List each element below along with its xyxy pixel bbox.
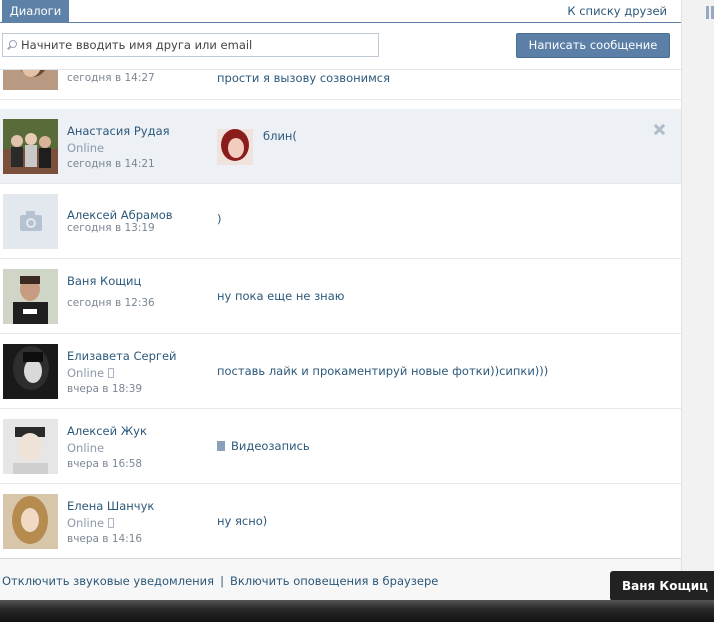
camera-placeholder-avatar[interactable] xyxy=(3,194,58,249)
dialog-contact-name[interactable]: Ваня Кощиц xyxy=(67,274,141,288)
delete-dialog-icon[interactable] xyxy=(652,123,666,137)
avatar[interactable] xyxy=(3,269,58,324)
dialogs-header: Диалоги К списку друзей xyxy=(0,0,681,23)
dialog-row[interactable]: Алексей Абрамов сегодня в 13:19 ) xyxy=(0,184,681,259)
friends-list-link[interactable]: К списку друзей xyxy=(567,0,667,22)
dialog-last-message: Видеозапись xyxy=(217,439,310,453)
dialog-time: сегодня в 13:19 xyxy=(67,222,155,234)
dialog-contact-name[interactable]: Алексей Жук xyxy=(67,424,147,438)
avatar[interactable] xyxy=(3,70,58,90)
footer-separator: | xyxy=(220,574,224,588)
dialog-row[interactable]: Алексей Жук Online вчера в 16:58 Видеоза… xyxy=(0,409,681,484)
dialog-list: сегодня в 14:27 прости я вызову созвоним… xyxy=(0,69,681,559)
dialog-last-message-text: Видеозапись xyxy=(231,439,310,453)
dialog-row[interactable]: сегодня в 14:27 прости я вызову созвоним… xyxy=(0,70,681,100)
dialog-contact-name[interactable]: Елена Шанчук xyxy=(67,499,154,513)
online-status: Online xyxy=(67,366,115,380)
online-status-label: Online xyxy=(67,516,105,530)
dialog-row[interactable]: Ваня Кощиц сегодня в 12:36 ну пока еще н… xyxy=(0,259,681,334)
online-status: Online xyxy=(67,441,105,455)
mobile-icon xyxy=(108,368,115,378)
dialog-contact-name[interactable]: Анастасия Рудая xyxy=(67,124,170,138)
avatar[interactable] xyxy=(3,344,58,399)
new-message-toast[interactable]: Ваня Кощиц xyxy=(610,571,714,601)
dialog-last-message: ну пока еще не знаю xyxy=(217,289,345,303)
messages-page: Диалоги К списку друзей Написать сообщен… xyxy=(0,0,681,601)
online-status: Online xyxy=(67,516,115,530)
avatar[interactable] xyxy=(3,119,58,174)
right-sidebar xyxy=(681,0,714,600)
browser-notifications-toggle[interactable]: Включить оповещения в браузере xyxy=(230,574,438,588)
write-message-button[interactable]: Написать сообщение xyxy=(516,33,670,58)
friend-search-input[interactable] xyxy=(21,34,371,56)
dialog-row[interactable]: Елена Шанчук Online вчера в 14:16 ну ясн… xyxy=(0,484,681,559)
dialog-time: вчера в 16:58 xyxy=(67,458,143,470)
dialog-time: вчера в 18:39 xyxy=(67,383,143,395)
dialog-time: сегодня в 14:27 xyxy=(67,72,155,84)
friend-search-box[interactable] xyxy=(2,33,379,57)
dialog-time: сегодня в 14:21 xyxy=(67,158,155,170)
dialog-row[interactable]: Анастасия Рудая Online сегодня в 14:21 б… xyxy=(0,109,681,184)
message-sender-avatar xyxy=(217,129,253,165)
dialog-time: сегодня в 12:36 xyxy=(67,297,155,309)
tab-dialogs[interactable]: Диалоги xyxy=(2,0,69,22)
online-status: Online xyxy=(67,141,105,155)
mobile-icon xyxy=(108,518,115,528)
dialogs-footer: Отключить звуковые уведомления | Включить … xyxy=(0,558,681,601)
dialog-contact-name[interactable]: Алексей Абрамов xyxy=(67,208,173,222)
video-icon xyxy=(217,441,225,451)
dialog-last-message: прости я вызову созвонимся xyxy=(217,71,391,85)
avatar[interactable] xyxy=(3,419,58,474)
dialog-last-message: ) xyxy=(217,212,222,226)
dialog-row[interactable]: Елизавета Сергей Online вчера в 18:39 по… xyxy=(0,334,681,409)
online-status-label: Online xyxy=(67,366,105,380)
pause-icon[interactable] xyxy=(706,6,714,19)
dialog-last-message: поставь лайк и прокаментируй новые фотки… xyxy=(217,364,549,378)
dialog-last-message: блин( xyxy=(263,129,297,143)
bottom-bar xyxy=(0,600,714,622)
dialog-last-message: ну ясно) xyxy=(217,514,268,528)
avatar[interactable] xyxy=(3,494,58,549)
search-icon xyxy=(9,40,17,48)
sound-notifications-toggle[interactable]: Отключить звуковые уведомления xyxy=(2,574,214,588)
dialog-contact-name[interactable]: Елизавета Сергей xyxy=(67,349,177,363)
footer-links: Отключить звуковые уведомления | Включить … xyxy=(2,574,438,588)
dialog-time: вчера в 14:16 xyxy=(67,533,143,545)
